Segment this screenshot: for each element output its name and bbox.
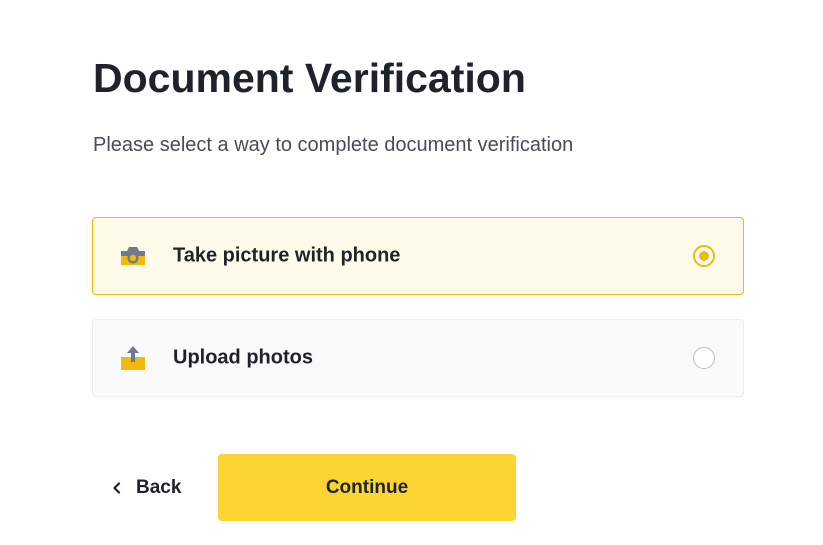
document-verification-page: Document Verification Please select a wa… — [0, 0, 823, 545]
option-take-picture-with-phone[interactable]: Take picture with phone — [92, 217, 744, 295]
radio-selected[interactable] — [693, 245, 715, 267]
radio-unselected[interactable] — [693, 347, 715, 369]
camera-icon — [118, 241, 148, 271]
page-subtitle: Please select a way to complete document… — [93, 134, 574, 156]
upload-icon — [118, 343, 148, 373]
option-label: Take picture with phone — [173, 244, 401, 267]
back-label: Back — [136, 477, 182, 498]
option-upload-photos[interactable]: Upload photos — [92, 319, 744, 397]
option-label: Upload photos — [173, 346, 313, 369]
page-title: Document Verification — [93, 55, 526, 101]
back-button[interactable]: Back — [112, 470, 181, 506]
continue-button[interactable]: Continue — [218, 454, 516, 521]
chevron-left-icon — [112, 481, 126, 495]
